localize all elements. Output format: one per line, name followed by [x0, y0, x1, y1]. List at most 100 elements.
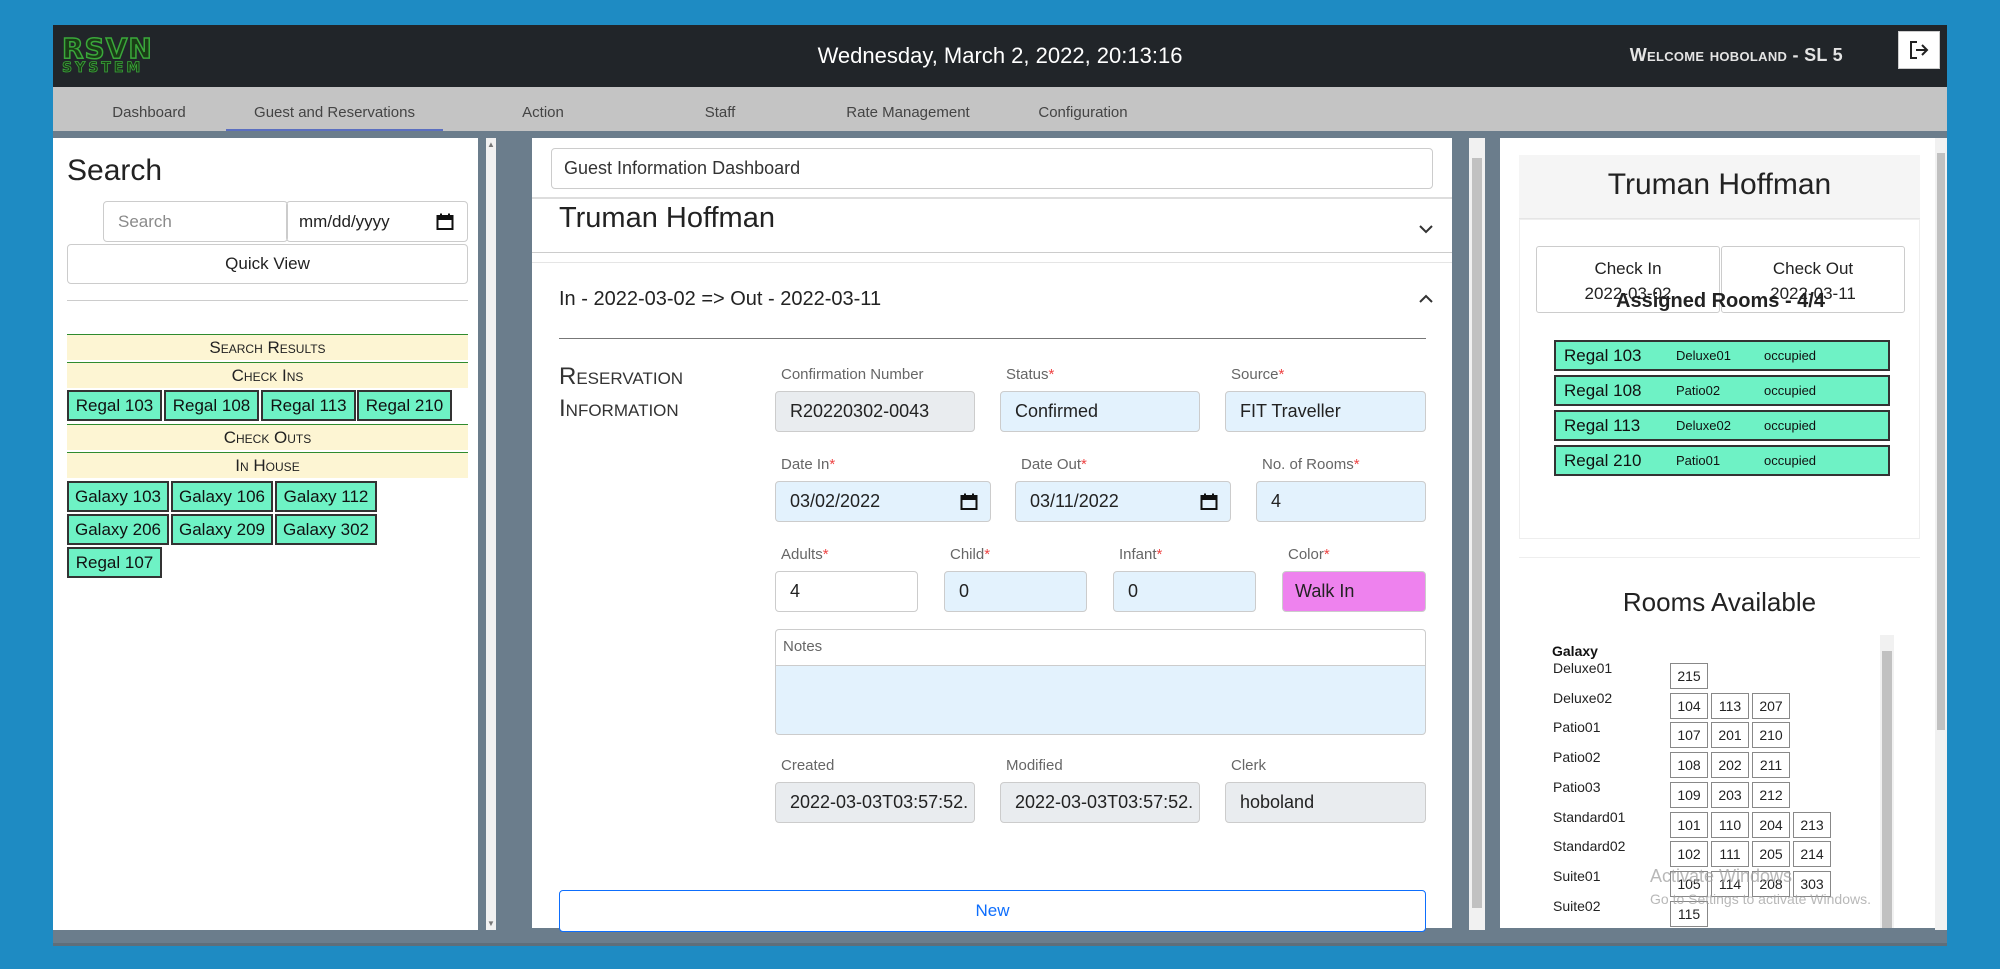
notes-label: Notes	[775, 629, 1426, 665]
inhouse-room-chip[interactable]: Regal 107	[67, 547, 162, 578]
adults-field[interactable]: 4	[775, 571, 918, 612]
reservation-info-line2: Information	[559, 395, 679, 422]
calendar-icon[interactable]	[1200, 493, 1218, 511]
date-out-label-text: Date Out	[1021, 456, 1082, 473]
search-date-input[interactable]: mm/dd/yyyy	[286, 201, 468, 242]
assigned-room-row[interactable]: Regal 103 Deluxe01 occupied	[1554, 340, 1890, 371]
inhouse-room-chip[interactable]: Galaxy 302	[275, 514, 377, 545]
child-field[interactable]: 0	[944, 571, 1087, 612]
required-mark: *	[822, 546, 829, 563]
center-scrollbar[interactable]	[1469, 138, 1485, 930]
left-scrollbar[interactable]: ▲ ▼	[486, 138, 496, 930]
available-room-cell[interactable]: 104	[1670, 693, 1708, 719]
inhouse-room-chip[interactable]: Galaxy 112	[275, 481, 377, 512]
source-label: Source*	[1231, 366, 1284, 383]
checkin-room-chip[interactable]: Regal 108	[164, 390, 259, 421]
infant-field[interactable]: 0	[1113, 571, 1256, 612]
available-room-cell[interactable]: 113	[1711, 693, 1749, 719]
available-room-cell[interactable]: 212	[1752, 782, 1790, 808]
tab-guest-and-reservations[interactable]: Guest and Reservations	[226, 87, 443, 131]
infant-label-text: Infant	[1119, 546, 1157, 563]
available-room-cell[interactable]: 108	[1670, 752, 1708, 778]
assigned-room-status: occupied	[1764, 453, 1817, 468]
available-room-cell[interactable]: 109	[1670, 782, 1708, 808]
available-room-cell[interactable]: 210	[1752, 722, 1790, 748]
inhouse-room-chip[interactable]: Galaxy 206	[67, 514, 169, 545]
calendar-icon[interactable]	[960, 493, 978, 511]
tab-dashboard[interactable]: Dashboard	[89, 87, 209, 131]
stay-dates-heading[interactable]: In - 2022-03-02 => Out - 2022-03-11	[559, 288, 881, 311]
notes-textarea[interactable]	[775, 665, 1426, 735]
modified-field: 2022-03-03T03:57:52.	[1000, 782, 1200, 823]
checkin-room-chip[interactable]: Regal 113	[261, 390, 356, 421]
assigned-room-name: Regal 108	[1564, 381, 1642, 400]
top-bar: RSVN SYSTEM Wednesday, March 2, 2022, 20…	[53, 25, 1947, 87]
scroll-thumb[interactable]	[1882, 651, 1892, 928]
available-room-cell[interactable]: 203	[1711, 782, 1749, 808]
available-room-cell[interactable]: 201	[1711, 722, 1749, 748]
checkin-room-chip[interactable]: Regal 103	[67, 390, 162, 421]
available-room-cell[interactable]: 102	[1670, 841, 1708, 867]
available-room-cell[interactable]: 207	[1752, 693, 1790, 719]
scroll-down-icon[interactable]: ▼	[487, 919, 495, 928]
tab-staff[interactable]: Staff	[670, 87, 770, 131]
new-reservation-button[interactable]: New	[559, 890, 1426, 932]
source-field[interactable]: FIT Traveller	[1225, 391, 1426, 432]
inhouse-room-chip[interactable]: Galaxy 103	[67, 481, 169, 512]
tab-action[interactable]: Action	[493, 87, 593, 131]
status-label-text: Status	[1006, 366, 1049, 383]
assigned-room-row[interactable]: Regal 113 Deluxe02 occupied	[1554, 410, 1890, 441]
guest-name-heading[interactable]: Truman Hoffman	[559, 202, 775, 235]
available-room-cell[interactable]: 111	[1711, 841, 1749, 867]
scroll-thumb[interactable]	[1937, 153, 1945, 730]
scroll-up-icon[interactable]: ▲	[487, 140, 495, 149]
right-scrollbar[interactable]	[1935, 138, 1947, 930]
available-room-cell[interactable]: 215	[1670, 663, 1708, 689]
chevron-up-icon[interactable]	[1419, 294, 1433, 304]
available-room-cell[interactable]: 214	[1793, 841, 1831, 867]
in-house-header: In House	[67, 452, 468, 478]
available-room-cell[interactable]: 213	[1793, 812, 1831, 838]
rooms-count-field[interactable]: 4	[1256, 481, 1426, 522]
chevron-down-icon[interactable]	[1419, 224, 1433, 234]
app-window: RSVN SYSTEM Wednesday, March 2, 2022, 20…	[53, 25, 1947, 943]
reservation-info-line1: Reservation	[559, 363, 684, 390]
divider	[532, 262, 1452, 263]
color-label: Color*	[1288, 546, 1330, 563]
available-room-cell[interactable]: 204	[1752, 812, 1790, 838]
date-out-label: Date Out*	[1021, 456, 1087, 473]
checkin-room-chip[interactable]: Regal 210	[357, 390, 452, 421]
scroll-thumb[interactable]	[1472, 158, 1482, 908]
logout-button[interactable]	[1898, 31, 1940, 69]
inhouse-room-chip[interactable]: Galaxy 209	[171, 514, 273, 545]
available-room-cell[interactable]: 211	[1752, 752, 1790, 778]
required-mark: *	[1156, 546, 1163, 563]
calendar-icon[interactable]	[436, 213, 454, 231]
required-mark: *	[1278, 366, 1285, 383]
rooms-available-scrollbar[interactable]	[1880, 635, 1894, 928]
room-type-label: Patio03	[1553, 779, 1601, 795]
date-in-field[interactable]: 03/02/2022	[775, 481, 991, 522]
color-select[interactable]: Walk In	[1282, 571, 1426, 612]
dashboard-title-box: Guest Information Dashboard	[551, 148, 1433, 189]
room-type-label: Patio02	[1553, 749, 1601, 765]
date-in-label: Date In*	[781, 456, 835, 473]
status-field[interactable]: Confirmed	[1000, 391, 1200, 432]
date-in-value: 03/02/2022	[790, 491, 881, 511]
assigned-room-row[interactable]: Regal 210 Patio01 occupied	[1554, 445, 1890, 476]
tab-rate-management[interactable]: Rate Management	[818, 87, 998, 131]
guest-summary-name: Truman Hoffman	[1607, 168, 1832, 201]
assigned-room-row[interactable]: Regal 108 Patio02 occupied	[1554, 375, 1890, 406]
inhouse-room-chip[interactable]: Galaxy 106	[171, 481, 273, 512]
divider	[559, 338, 1426, 339]
available-room-cell[interactable]: 202	[1711, 752, 1749, 778]
available-room-cell[interactable]: 110	[1711, 812, 1749, 838]
available-room-cell[interactable]: 101	[1670, 812, 1708, 838]
available-room-cell[interactable]: 107	[1670, 722, 1708, 748]
date-out-field[interactable]: 03/11/2022	[1015, 481, 1231, 522]
tab-configuration[interactable]: Configuration	[1013, 87, 1153, 131]
available-room-cell[interactable]: 205	[1752, 841, 1790, 867]
windows-activation-subtext: Go to Settings to activate Windows.	[1650, 891, 1871, 907]
quick-view-button[interactable]: Quick View	[67, 244, 468, 284]
search-input[interactable]	[103, 201, 288, 242]
